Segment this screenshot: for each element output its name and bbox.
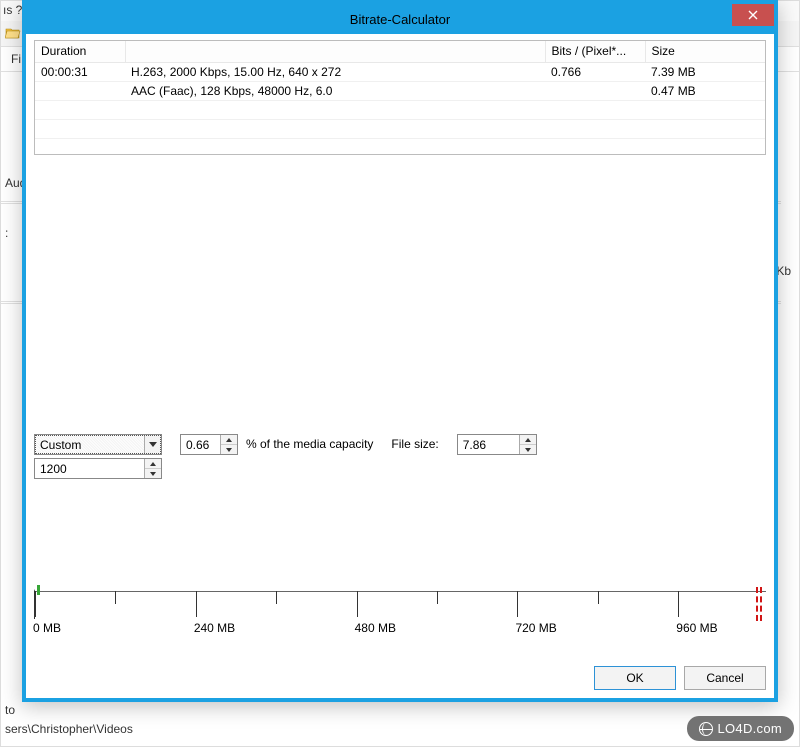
size-ruler[interactable]: 0 MB 240 MB 480 MB 720 MB 960 MB bbox=[34, 589, 766, 649]
filesize-label: File size: bbox=[391, 434, 438, 451]
spin-up-icon[interactable] bbox=[145, 459, 161, 469]
col-encoding[interactable] bbox=[125, 41, 545, 62]
col-size[interactable]: Size bbox=[645, 41, 765, 62]
streams-table[interactable]: Duration Bits / (Pixel*... Size 00:00:31… bbox=[34, 40, 766, 155]
titlebar[interactable]: Bitrate-Calculator bbox=[26, 4, 774, 34]
bg-label-to: to bbox=[5, 703, 15, 717]
spin-down-icon[interactable] bbox=[221, 445, 237, 454]
preset-selected: Custom bbox=[35, 438, 144, 452]
ruler-label: 480 MB bbox=[355, 621, 396, 635]
dialog-title: Bitrate-Calculator bbox=[26, 12, 774, 27]
watermark-text: LO4D.com bbox=[717, 721, 782, 736]
spin-up-icon[interactable] bbox=[520, 435, 536, 445]
bg-label-kb: Kb bbox=[776, 264, 791, 278]
close-icon bbox=[748, 10, 758, 20]
ruler-label: 960 MB bbox=[676, 621, 717, 635]
filesize-spinner[interactable] bbox=[457, 434, 537, 455]
ruler-end-marker bbox=[760, 587, 762, 621]
capacity-pct-input[interactable] bbox=[181, 435, 220, 454]
col-bits[interactable]: Bits / (Pixel*... bbox=[545, 41, 645, 62]
cell-encoding: AAC (Faac), 128 Kbps, 48000 Hz, 6.0 bbox=[125, 81, 545, 100]
table-row[interactable]: AAC (Faac), 128 Kbps, 48000 Hz, 6.0 0.47… bbox=[35, 81, 765, 100]
col-duration[interactable]: Duration bbox=[35, 41, 125, 62]
bg-label-fi: Fi bbox=[11, 52, 21, 66]
watermark: LO4D.com bbox=[687, 716, 794, 741]
ruler-label: 0 MB bbox=[33, 621, 61, 635]
close-button[interactable] bbox=[732, 4, 774, 26]
chevron-down-icon[interactable] bbox=[144, 435, 161, 454]
bg-path-fragment: sers\Christopher\Videos bbox=[5, 722, 133, 736]
bg-label-colon: : bbox=[5, 226, 8, 240]
controls-row: Custom % of the media cap bbox=[34, 434, 766, 479]
table-row bbox=[35, 100, 765, 119]
cell-encoding: H.263, 2000 Kbps, 15.00 Hz, 640 x 272 bbox=[125, 62, 545, 81]
cell-duration bbox=[35, 81, 125, 100]
bitrate-input[interactable] bbox=[35, 459, 144, 478]
bitrate-calculator-dialog: Bitrate-Calculator Duration Bits / (Pixe… bbox=[22, 0, 778, 702]
folder-open-icon[interactable] bbox=[5, 25, 21, 41]
cell-bits: 0.766 bbox=[545, 62, 645, 81]
cell-duration: 00:00:31 bbox=[35, 62, 125, 81]
cell-size: 0.47 MB bbox=[645, 81, 765, 100]
bitrate-spinner[interactable] bbox=[34, 458, 162, 479]
ruler-label: 720 MB bbox=[515, 621, 556, 635]
spin-up-icon[interactable] bbox=[221, 435, 237, 445]
ruler-label: 240 MB bbox=[194, 621, 235, 635]
cell-bits bbox=[545, 81, 645, 100]
globe-icon bbox=[699, 722, 713, 736]
table-row bbox=[35, 119, 765, 138]
filesize-input[interactable] bbox=[458, 435, 519, 454]
cell-size: 7.39 MB bbox=[645, 62, 765, 81]
table-header-row: Duration Bits / (Pixel*... Size bbox=[35, 41, 765, 62]
preset-combobox[interactable]: Custom bbox=[34, 434, 162, 455]
ruler-end-marker bbox=[756, 587, 758, 621]
dialog-body: Duration Bits / (Pixel*... Size 00:00:31… bbox=[26, 34, 774, 698]
capacity-pct-spinner[interactable] bbox=[180, 434, 238, 455]
cancel-button[interactable]: Cancel bbox=[684, 666, 766, 690]
spin-down-icon[interactable] bbox=[145, 469, 161, 478]
capacity-label: % of the media capacity bbox=[246, 434, 373, 451]
spin-down-icon[interactable] bbox=[520, 445, 536, 454]
dialog-buttons: OK Cancel bbox=[594, 666, 766, 690]
menu-fragment: ıs ? bbox=[1, 3, 22, 17]
ok-button[interactable]: OK bbox=[594, 666, 676, 690]
table-row[interactable]: 00:00:31 H.263, 2000 Kbps, 15.00 Hz, 640… bbox=[35, 62, 765, 81]
ruler-position-marker[interactable] bbox=[37, 585, 40, 595]
